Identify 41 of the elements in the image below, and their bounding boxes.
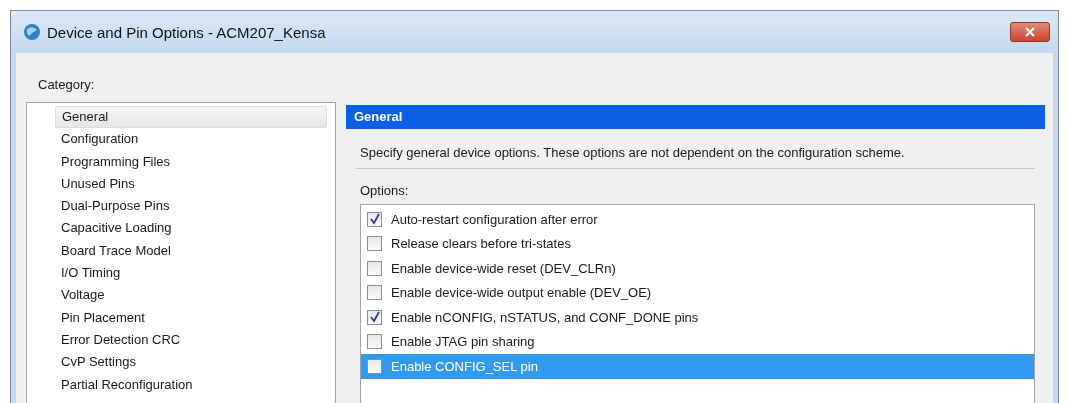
option-label: Enable nCONFIG, nSTATUS, and CONF_DONE pins [391,309,699,325]
category-item[interactable]: I/O Timing [55,262,335,285]
option-row[interactable]: Enable device-wide reset (DEV_CLRn) [361,256,1034,281]
option-label: Enable CONFIG_SEL pin [391,358,538,374]
option-label: Enable JTAG pin sharing [391,334,535,350]
close-icon [1024,27,1036,37]
category-item[interactable]: Partial Reconfiguration [55,373,335,396]
checkbox[interactable] [367,236,382,252]
option-label: Enable device-wide reset (DEV_CLRn) [391,260,616,276]
category-label: Category: [37,76,96,94]
checkbox[interactable] [367,211,382,227]
checkbox[interactable] [367,334,382,350]
option-label: Auto-restart configuration after error [391,211,598,227]
option-row[interactable]: Enable device-wide output enable (DEV_OE) [361,280,1034,305]
option-row[interactable]: Enable JTAG pin sharing [361,329,1034,354]
option-label: Release clears before tri-states [391,236,571,252]
category-item[interactable]: Error Detection CRC [55,328,335,352]
category-item[interactable]: Capacitive Loading [55,217,335,240]
checkbox[interactable] [367,285,382,301]
window-title: Device and Pin Options - ACM207_Kensa [47,23,327,41]
panel-description: Specify general device options. These options are not dependent on the configuration scheme. [359,144,906,162]
option-row[interactable]: Enable nCONFIG, nSTATUS, and CONF_DONE pins [361,305,1034,330]
option-row[interactable]: Release clears before tri-states [361,231,1034,256]
checkbox[interactable] [367,309,382,325]
globe-icon [23,23,41,41]
category-item[interactable]: Pin Placement [55,306,335,329]
options-label: Options: [359,182,410,200]
category-item[interactable]: Dual-Purpose Pins [55,195,335,218]
category-item[interactable]: General [55,106,327,129]
category-item[interactable]: Voltage [55,284,335,307]
category-item[interactable]: CvP Settings [55,351,335,374]
category-item[interactable]: Unused Pins [55,172,335,196]
category-item[interactable]: Programming Files [55,150,335,173]
checkbox[interactable] [367,260,382,276]
category-item[interactable]: Board Trace Model [55,239,335,263]
checkbox[interactable] [367,358,382,374]
category-item[interactable]: Configuration [55,128,335,151]
option-label: Enable device-wide output enable (DEV_OE) [391,285,652,301]
close-button[interactable] [1010,22,1050,42]
panel-header: General [346,105,1045,129]
option-row[interactable]: Auto-restart configuration after error [361,207,1034,232]
